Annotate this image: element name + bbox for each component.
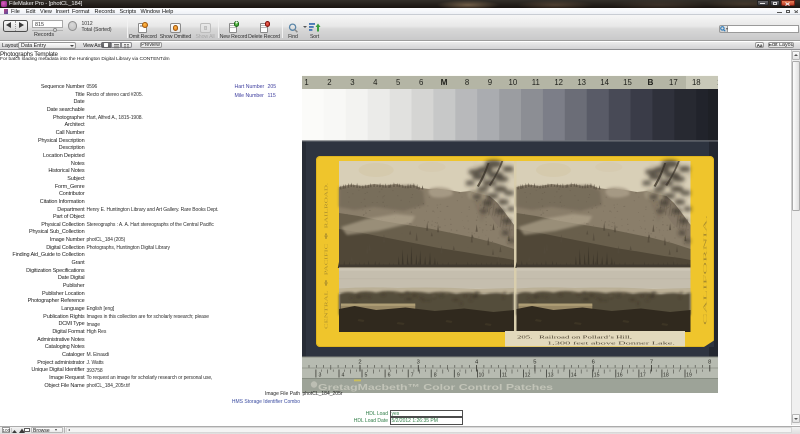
svg-text:6: 6 bbox=[419, 78, 423, 87]
svg-text:M: M bbox=[441, 78, 448, 87]
svg-text:1: 1 bbox=[717, 78, 718, 87]
svg-text:11: 11 bbox=[532, 78, 540, 87]
svg-text:11: 11 bbox=[502, 373, 507, 379]
svg-text:17: 17 bbox=[669, 78, 678, 87]
svg-text:14: 14 bbox=[571, 373, 577, 379]
svg-text:7: 7 bbox=[650, 360, 653, 366]
svg-text:9: 9 bbox=[488, 78, 492, 87]
svg-text:B: B bbox=[647, 78, 653, 87]
svg-text:15: 15 bbox=[623, 78, 632, 87]
svg-text:4: 4 bbox=[373, 78, 378, 87]
svg-text:12: 12 bbox=[554, 78, 563, 87]
svg-text:5: 5 bbox=[396, 78, 401, 87]
svg-text:17: 17 bbox=[640, 373, 646, 379]
svg-text:3: 3 bbox=[350, 78, 354, 87]
svg-text:1: 1 bbox=[304, 78, 308, 87]
svg-text:5: 5 bbox=[365, 373, 368, 379]
svg-text:3: 3 bbox=[318, 373, 321, 379]
svg-text:19: 19 bbox=[686, 373, 692, 379]
svg-text:6: 6 bbox=[388, 373, 391, 379]
svg-text:2: 2 bbox=[358, 360, 361, 366]
svg-text:6: 6 bbox=[592, 360, 595, 366]
svg-text:CALIFORNIA.: CALIFORNIA. bbox=[703, 215, 708, 325]
svg-text:CENTRAL ✽ PACIFIC ✽ RAILRO: CENTRAL ✽ PACIFIC ✽ RAILROAD. bbox=[324, 183, 329, 329]
svg-text:10: 10 bbox=[509, 78, 518, 87]
svg-text:16: 16 bbox=[617, 373, 623, 379]
svg-text:14: 14 bbox=[600, 78, 609, 87]
svg-text:8: 8 bbox=[434, 373, 437, 379]
svg-text:13: 13 bbox=[548, 373, 554, 379]
svg-text:7: 7 bbox=[411, 373, 414, 379]
svg-text:9: 9 bbox=[457, 373, 460, 379]
svg-text:12: 12 bbox=[525, 373, 531, 379]
svg-text:8: 8 bbox=[708, 360, 711, 366]
svg-text:18: 18 bbox=[692, 78, 701, 87]
svg-text:3: 3 bbox=[417, 360, 420, 366]
svg-text:8: 8 bbox=[465, 78, 469, 87]
svg-text:5: 5 bbox=[533, 360, 536, 366]
svg-text:15: 15 bbox=[594, 373, 600, 379]
svg-text:4: 4 bbox=[342, 373, 345, 379]
svg-text:2: 2 bbox=[327, 78, 331, 87]
svg-text:GretagMacbeth™ Color Control P: GretagMacbeth™ Color Control Patches bbox=[318, 382, 553, 392]
svg-text:18: 18 bbox=[663, 373, 669, 379]
svg-text:10: 10 bbox=[479, 373, 485, 379]
svg-text:13: 13 bbox=[577, 78, 586, 87]
